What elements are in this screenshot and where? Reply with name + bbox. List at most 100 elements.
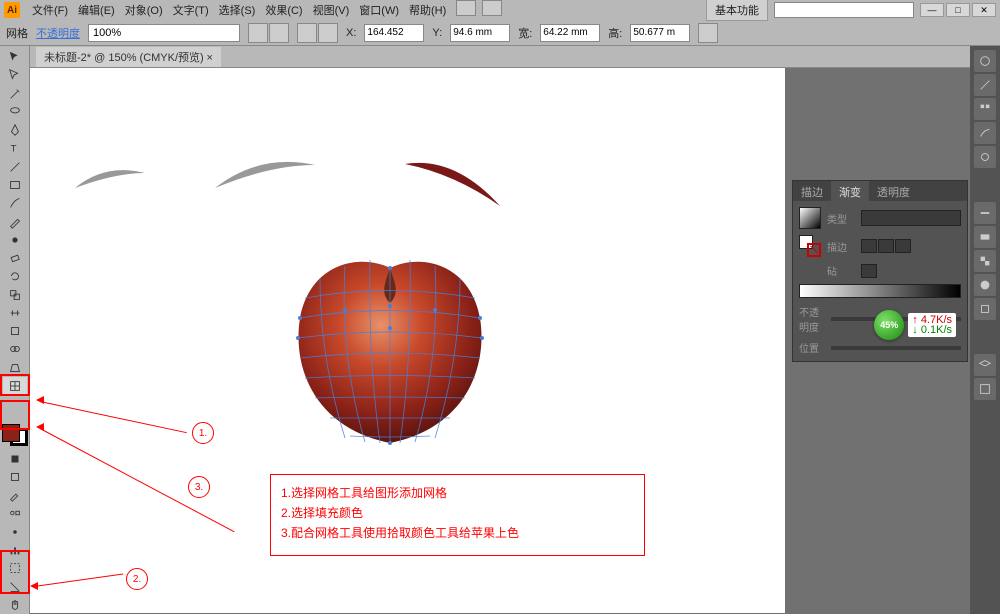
menu-help[interactable]: 帮助(H) (405, 0, 450, 20)
h-input[interactable] (630, 24, 690, 42)
gradient-mode-button[interactable] (3, 468, 27, 486)
stroke-panel-icon[interactable] (974, 202, 996, 224)
highlight-fill-swatch (0, 400, 30, 430)
stroke-align-2[interactable] (878, 239, 894, 253)
width-tool[interactable] (3, 304, 27, 322)
type-label: 类型 (827, 211, 855, 226)
rectangle-tool[interactable] (3, 176, 27, 194)
menu-select[interactable]: 选择(S) (215, 0, 260, 20)
eyedropper-tool[interactable] (3, 486, 27, 504)
maximize-button[interactable]: □ (946, 3, 970, 17)
right-dock (970, 46, 1000, 614)
scale-tool[interactable] (3, 285, 27, 303)
menu-file[interactable]: 文件(F) (28, 0, 72, 20)
stroke-align-1[interactable] (861, 239, 877, 253)
minimize-button[interactable]: — (920, 3, 944, 17)
opacity-label[interactable]: 不透明度 (36, 25, 80, 41)
arrange-icon[interactable] (482, 0, 502, 16)
pen-tool[interactable] (3, 121, 27, 139)
tool-name-label: 网格 (6, 25, 28, 41)
gradient-panel-icon[interactable] (974, 226, 996, 248)
paintbrush-tool[interactable] (3, 194, 27, 212)
annotation-number-2: 2. (126, 568, 148, 590)
position-slider[interactable] (831, 346, 961, 350)
shape-builder-tool[interactable] (3, 340, 27, 358)
h-label: 高: (608, 25, 622, 41)
y-input[interactable] (450, 24, 510, 42)
gradient-fillstroke-swatch[interactable] (799, 235, 821, 257)
panel-tab-stroke[interactable]: 描边 (793, 181, 831, 201)
artboard: 1.选择网格工具给图形添加网格 2.选择填充颜色 3.配合网格工具使用拾取颜色工… (30, 68, 785, 613)
color-mode-button[interactable] (3, 450, 27, 468)
w-label: 宽: (518, 25, 532, 41)
type-tool[interactable]: T (3, 139, 27, 157)
rotate-tool[interactable] (3, 267, 27, 285)
apple-mesh-object[interactable] (280, 248, 500, 468)
annotation-arrowhead-2 (30, 582, 38, 590)
gradient-slider[interactable] (799, 284, 961, 298)
panel-tab-transparency[interactable]: 透明度 (869, 181, 918, 201)
appearance-panel-icon[interactable] (974, 274, 996, 296)
free-transform-tool[interactable] (3, 322, 27, 340)
layers-panel-icon[interactable] (974, 354, 996, 376)
transparency-panel-icon[interactable] (974, 250, 996, 272)
annotation-number-3: 3. (188, 476, 210, 498)
w-input[interactable] (540, 24, 600, 42)
opacity-input[interactable] (88, 24, 240, 42)
direct-selection-tool[interactable] (3, 66, 27, 84)
symbol-sprayer-tool[interactable] (3, 523, 27, 541)
align-button-1[interactable] (297, 23, 317, 43)
brushes-panel-icon[interactable] (974, 122, 996, 144)
magic-wand-tool[interactable] (3, 85, 27, 103)
menu-window[interactable]: 窗口(W) (355, 0, 403, 20)
x-input[interactable] (364, 24, 424, 42)
swatches-panel-icon[interactable] (974, 98, 996, 120)
hand-tool[interactable] (3, 596, 27, 614)
eraser-tool[interactable] (3, 249, 27, 267)
menu-object[interactable]: 对象(O) (121, 0, 167, 20)
gradient-preview-swatch[interactable] (799, 207, 821, 229)
angle-label: 砧 (827, 263, 855, 278)
symbols-panel-icon[interactable] (974, 146, 996, 168)
menu-effect[interactable]: 效果(C) (261, 0, 306, 20)
tab-close-icon[interactable]: × (206, 52, 212, 64)
pencil-tool[interactable] (3, 212, 27, 230)
color-panel-icon[interactable] (974, 50, 996, 72)
control-bar: 网格 不透明度 X: Y: 宽: 高: (0, 20, 1000, 46)
menu-view[interactable]: 视图(V) (309, 0, 354, 20)
artboards-panel-icon[interactable] (974, 378, 996, 400)
x-label: X: (346, 27, 356, 39)
line-tool[interactable] (3, 158, 27, 176)
slider-position-label: 位置 (799, 340, 827, 355)
style-button-1[interactable] (248, 23, 268, 43)
blend-tool[interactable] (3, 504, 27, 522)
menu-edit[interactable]: 编辑(E) (74, 0, 119, 20)
blob-brush-tool[interactable] (3, 231, 27, 249)
eyebrow-shape-1 (70, 158, 150, 198)
selection-tool[interactable] (3, 48, 27, 66)
close-button[interactable]: ✕ (972, 3, 996, 17)
annotation-line-3: 3.配合网格工具使用拾取颜色工具给苹果上色 (281, 523, 634, 543)
annotation-number-1: 1. (192, 422, 214, 444)
bridge-icon[interactable] (456, 0, 476, 16)
eyebrow-shape-2 (210, 153, 320, 198)
align-button-2[interactable] (318, 23, 338, 43)
network-download: ↓ 0.1K/s (912, 325, 952, 335)
annotation-box: 1.选择网格工具给图形添加网格 2.选择填充颜色 3.配合网格工具使用拾取颜色工… (270, 474, 645, 556)
angle-input[interactable] (861, 264, 877, 278)
panel-tab-gradient[interactable]: 渐变 (831, 181, 869, 201)
slider-opacity-label: 不透明度 (799, 304, 827, 334)
search-input[interactable] (774, 2, 914, 18)
lasso-tool[interactable] (3, 103, 27, 121)
color-guide-icon[interactable] (974, 74, 996, 96)
style-button-2[interactable] (269, 23, 289, 43)
annotation-line-1: 1.选择网格工具给图形添加网格 (281, 483, 634, 503)
stroke-align-3[interactable] (895, 239, 911, 253)
graphic-styles-icon[interactable] (974, 298, 996, 320)
document-tab[interactable]: 未标题-2* @ 150% (CMYK/预览) × (36, 47, 221, 67)
workspace-switcher[interactable]: 基本功能 (706, 0, 768, 21)
constrain-icon[interactable] (698, 23, 718, 43)
menu-type[interactable]: 文字(T) (169, 0, 213, 20)
menu-bar: 文件(F) 编辑(E) 对象(O) 文字(T) 选择(S) 效果(C) 视图(V… (28, 0, 502, 20)
gradient-type-select[interactable] (861, 210, 961, 226)
